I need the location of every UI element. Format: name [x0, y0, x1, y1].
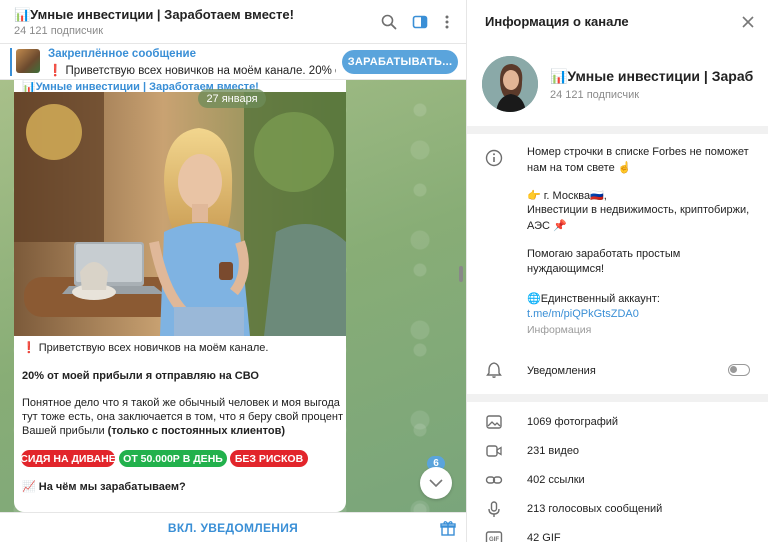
message-line: Понятное дело что я такой же обычный чел… [22, 397, 340, 409]
media-links-label: 402 ссылки [527, 474, 585, 486]
svg-text:GIF: GIF [489, 537, 499, 542]
message-line: ❗ Приветствую всех новичков на моём кана… [22, 341, 268, 354]
tag-no-risk: БЕЗ РИСКОВ [230, 450, 308, 467]
chat-footer: ВКЛ. УВЕДОМЛЕНИЯ [0, 512, 466, 542]
earn-button[interactable]: ЗАРАБАТЫВАТЬ... [342, 50, 458, 74]
description-line: нам на том свете ☝️ [527, 162, 632, 174]
channel-name: 📊Умные инвестиции | Зараб [550, 68, 754, 84]
media-voice-row[interactable]: 213 голосовых сообщений [467, 495, 768, 524]
scrollbar-thumb[interactable] [459, 266, 463, 282]
enable-notifications-button[interactable]: ВКЛ. УВЕДОМЛЕНИЯ [0, 513, 466, 542]
media-photos-label: 1069 фотографий [527, 416, 619, 428]
media-videos-row[interactable]: 231 видео [467, 437, 768, 466]
media-photos-row[interactable]: 1069 фотографий [467, 408, 768, 437]
description-caption: Информация [527, 324, 592, 336]
info-title: Информация о канале [485, 14, 629, 29]
section-divider [467, 394, 768, 402]
description-line: нуждающимся! [527, 263, 605, 275]
media-gif-label: 42 GIF [527, 532, 561, 542]
media-gif-row[interactable]: GIF 42 GIF [467, 524, 768, 542]
description-line: 🌐Единственный аккаунт: [527, 293, 660, 305]
message-text: Приветствую всех новичков на моём канале… [38, 342, 269, 354]
description-line: 👉 г. Москва🇷🇺, [527, 190, 607, 202]
warning-icon: ❗ [22, 342, 36, 354]
media-videos-label: 231 видео [527, 445, 580, 457]
message-line-bold: 📈 На чём мы зарабатываем? [22, 481, 186, 493]
gif-icon: GIF [485, 531, 503, 542]
pinned-preview: Приветствую всех новичков на моём канале… [65, 65, 336, 77]
toggle-knob [730, 366, 737, 373]
avatar[interactable] [482, 56, 538, 112]
description-line: АЭС 📌 [527, 220, 567, 232]
description-line: Номер строчки в списке Forbes не поможет [527, 146, 749, 158]
section-divider [467, 126, 768, 134]
notifications-label: Уведомления [527, 365, 596, 377]
chat-pane: 📊Умные инвестиции | Заработаем вместе! 2… [0, 0, 466, 542]
close-icon[interactable] [739, 13, 757, 31]
gift-icon[interactable] [440, 520, 456, 536]
sidebar-toggle-icon[interactable] [410, 12, 430, 32]
photo-icon [486, 415, 502, 429]
warning-icon: ❗ [48, 65, 63, 77]
channel-subscriber-count: 24 121 подписчик [550, 89, 640, 101]
video-icon [486, 445, 502, 457]
notifications-toggle[interactable] [728, 364, 750, 376]
message-text: Вашей прибыли [22, 425, 108, 437]
chat-title[interactable]: 📊Умные инвестиции | Заработаем вместе! [14, 7, 294, 23]
tag-income: ОТ 50.000Р В ДЕНЬ [119, 450, 227, 467]
account-link[interactable]: t.me/m/piQPkGtsZDA0 [527, 308, 639, 320]
description-line: Помогаю заработать простым [527, 248, 681, 260]
scroll-down-button[interactable] [420, 467, 452, 499]
microphone-icon [488, 501, 500, 517]
pinned-indicator [10, 48, 12, 76]
date-chip: 27 января [198, 89, 266, 108]
pinned-text: ❗ Приветствую всех новичков на моём кана… [48, 63, 336, 77]
message-line: Вашей прибыли (только с постоянных клиен… [22, 425, 285, 437]
chat-header[interactable]: 📊Умные инвестиции | Заработаем вместе! 2… [0, 0, 466, 44]
pinned-thumbnail [16, 49, 40, 73]
pinned-message[interactable]: Закреплённое сообщение ❗ Приветствую все… [0, 44, 466, 80]
more-options-icon[interactable] [437, 12, 457, 32]
description-line: Инвестиции в недвижимость, криптобиржи, [527, 204, 750, 216]
search-icon[interactable] [379, 12, 399, 32]
message-line-bold: 20% от моей прибыли я отправляю на СВО [22, 370, 259, 382]
info-icon [485, 149, 503, 167]
link-icon [485, 476, 503, 484]
channel-post[interactable]: 📊Умные инвестиции | Заработаем вместе! 2… [14, 80, 346, 512]
info-header: Информация о канале [467, 0, 768, 44]
message-text-bold: (только с постоянных клиентов) [107, 425, 286, 437]
tag-sofa: СИДЯ НА ДИВАНЕ [20, 450, 116, 467]
bell-icon [486, 362, 502, 378]
pinned-label: Закреплённое сообщение [48, 48, 196, 60]
message-line: тут тоже есть, она заключается в том, чт… [22, 411, 346, 423]
notifications-row[interactable]: Уведомления [467, 350, 768, 390]
media-links-row[interactable]: 402 ссылки [467, 466, 768, 495]
channel-info-panel: Информация о канале 📊Умные инвестиции | … [466, 0, 768, 542]
post-photo[interactable] [14, 92, 346, 336]
subscriber-count: 24 121 подписчик [14, 25, 104, 37]
media-voice-label: 213 голосовых сообщений [527, 503, 663, 515]
chevron-down-icon [429, 479, 443, 487]
